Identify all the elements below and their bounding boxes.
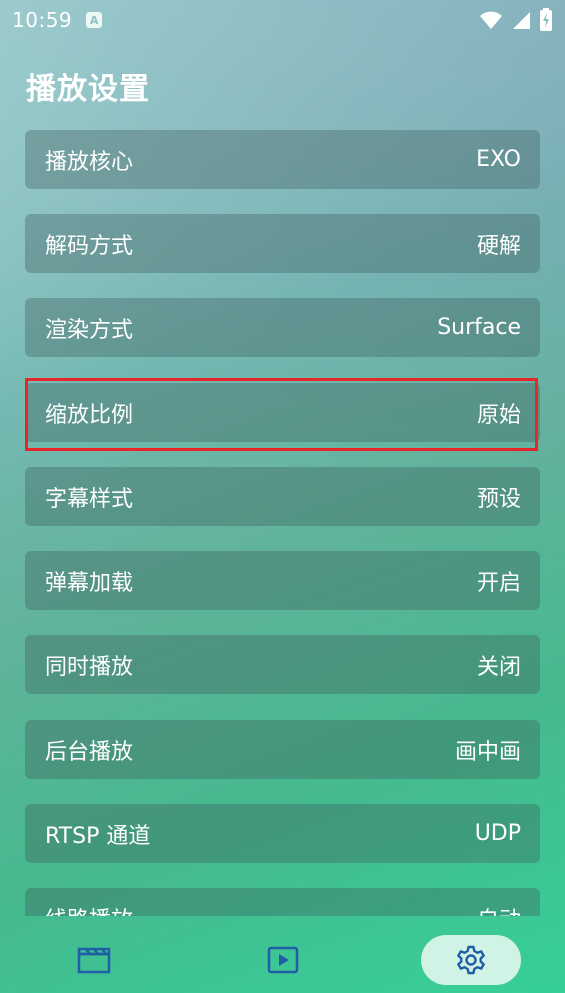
clapperboard-icon <box>77 947 111 974</box>
setting-label: RTSP 通道 <box>45 823 151 849</box>
setting-label: 字幕样式 <box>45 486 134 512</box>
cell-signal-icon <box>513 12 530 29</box>
setting-label: 同时播放 <box>45 654 134 680</box>
setting-row-background-play[interactable]: 后台播放 画中画 <box>25 720 540 779</box>
setting-row-scale-ratio[interactable]: 缩放比例 原始 <box>25 383 540 442</box>
setting-value: 关闭 <box>476 654 521 680</box>
nav-tab-videos[interactable] <box>64 935 124 985</box>
nav-tab-player[interactable] <box>253 935 313 985</box>
setting-value: 开启 <box>476 570 521 596</box>
setting-label: 渲染方式 <box>45 317 134 343</box>
wifi-icon <box>480 11 502 29</box>
setting-row-render-mode[interactable]: 渲染方式 Surface <box>25 298 540 357</box>
page-title: 播放设置 <box>26 72 150 107</box>
setting-value: Surface <box>437 315 521 340</box>
setting-row-danmaku[interactable]: 弹幕加载 开启 <box>25 551 540 610</box>
setting-row-decode-mode[interactable]: 解码方式 硬解 <box>25 214 540 273</box>
setting-row-line-play[interactable]: 线路播放 自动 <box>25 888 540 916</box>
status-time: 10:59 <box>12 8 73 32</box>
setting-value: 自动 <box>477 902 521 917</box>
setting-label: 缩放比例 <box>45 402 134 428</box>
battery-charging-icon <box>540 8 552 31</box>
gear-icon <box>457 945 485 975</box>
notification-icon: A <box>86 12 103 28</box>
play-icon <box>267 946 299 974</box>
setting-label: 播放核心 <box>45 149 134 175</box>
setting-row-rtsp-channel[interactable]: RTSP 通道 UDP <box>25 804 540 863</box>
setting-label: 解码方式 <box>45 233 134 259</box>
status-bar: 10:59 A <box>0 0 565 40</box>
bottom-nav <box>0 918 565 993</box>
setting-row-player-core[interactable]: 播放核心 EXO <box>25 130 540 189</box>
setting-label: 后台播放 <box>45 739 134 765</box>
status-icons <box>479 8 553 32</box>
setting-label: 弹幕加载 <box>45 570 134 596</box>
setting-value: 原始 <box>476 402 521 428</box>
setting-value: 硬解 <box>476 233 521 259</box>
nav-tab-settings[interactable] <box>421 935 521 985</box>
setting-value: 画中画 <box>454 739 521 765</box>
setting-row-subtitle-style[interactable]: 字幕样式 预设 <box>25 467 540 526</box>
setting-value: 预设 <box>476 486 521 512</box>
setting-value: UDP <box>474 821 521 846</box>
setting-row-simultaneous-play[interactable]: 同时播放 关闭 <box>25 635 540 694</box>
setting-value: EXO <box>476 147 521 172</box>
setting-label: 线路播放 <box>45 902 133 917</box>
settings-list: 播放核心 EXO 解码方式 硬解 渲染方式 Surface 缩放比例 原始 字幕… <box>25 130 540 916</box>
